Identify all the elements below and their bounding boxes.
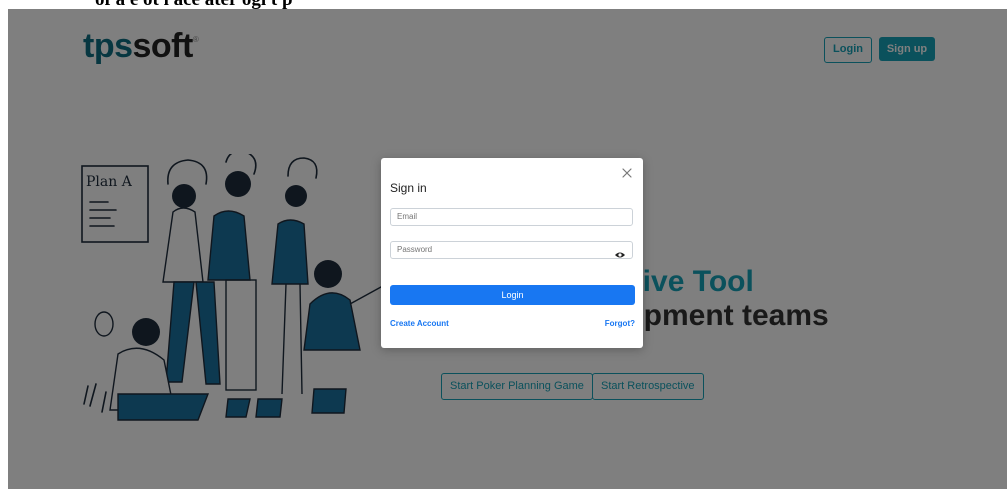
eye-icon[interactable] xyxy=(614,248,626,260)
email-field[interactable] xyxy=(390,208,633,226)
top-strip: of a e ot i ace ater ogi t p xyxy=(0,0,1007,9)
sign-in-modal: Sign in Login Create Account Forgot? xyxy=(381,158,643,348)
forgot-password-link[interactable]: Forgot? xyxy=(605,319,635,328)
modal-title: Sign in xyxy=(390,181,427,195)
close-icon[interactable] xyxy=(620,166,634,180)
password-field[interactable] xyxy=(390,241,633,259)
create-account-link[interactable]: Create Account xyxy=(390,319,449,328)
top-strip-text: of a e ot i ace ater ogi t p xyxy=(95,0,293,9)
login-button[interactable]: Login xyxy=(390,285,635,305)
